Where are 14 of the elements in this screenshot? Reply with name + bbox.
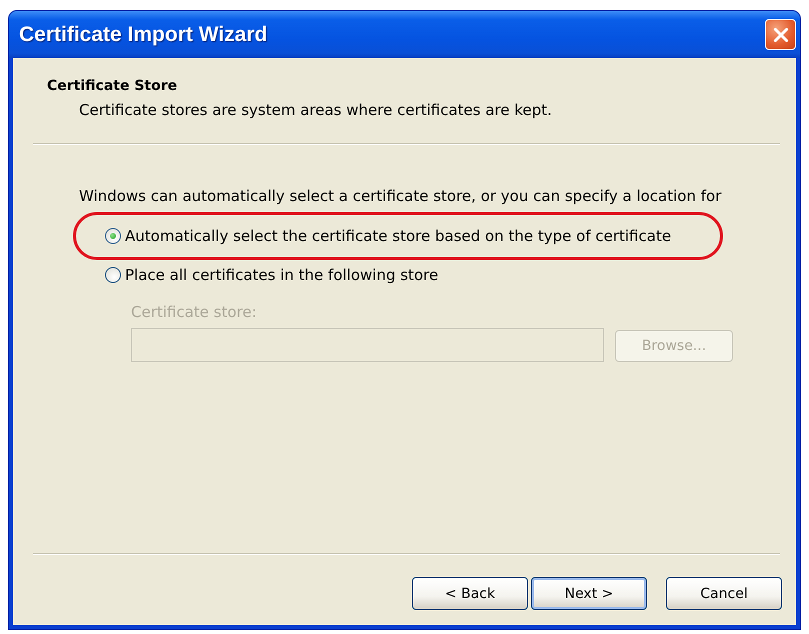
close-button[interactable]	[765, 19, 796, 50]
close-icon	[772, 26, 790, 44]
radio-button[interactable]	[105, 267, 121, 283]
field-label: Certificate store:	[131, 302, 258, 322]
window-title: Certificate Import Wizard	[19, 22, 268, 46]
page-description: Certificate stores are system areas where certificates are kept.	[79, 100, 553, 120]
wizard-button[interactable]: Next >	[531, 577, 647, 610]
wizard-button[interactable]: < Back	[412, 577, 528, 610]
radio-option[interactable]: Automatically select the certificate store based on the type of certificate	[105, 224, 672, 248]
radio-option[interactable]: Place all certificates in the following store	[105, 263, 438, 287]
page-heading: Certificate Store	[47, 77, 178, 96]
radio-button[interactable]	[105, 228, 121, 244]
intro-text: Windows can automatically select a certificate store, or you can specify a location for	[79, 186, 722, 206]
wizard-button[interactable]: Cancel	[666, 577, 782, 610]
